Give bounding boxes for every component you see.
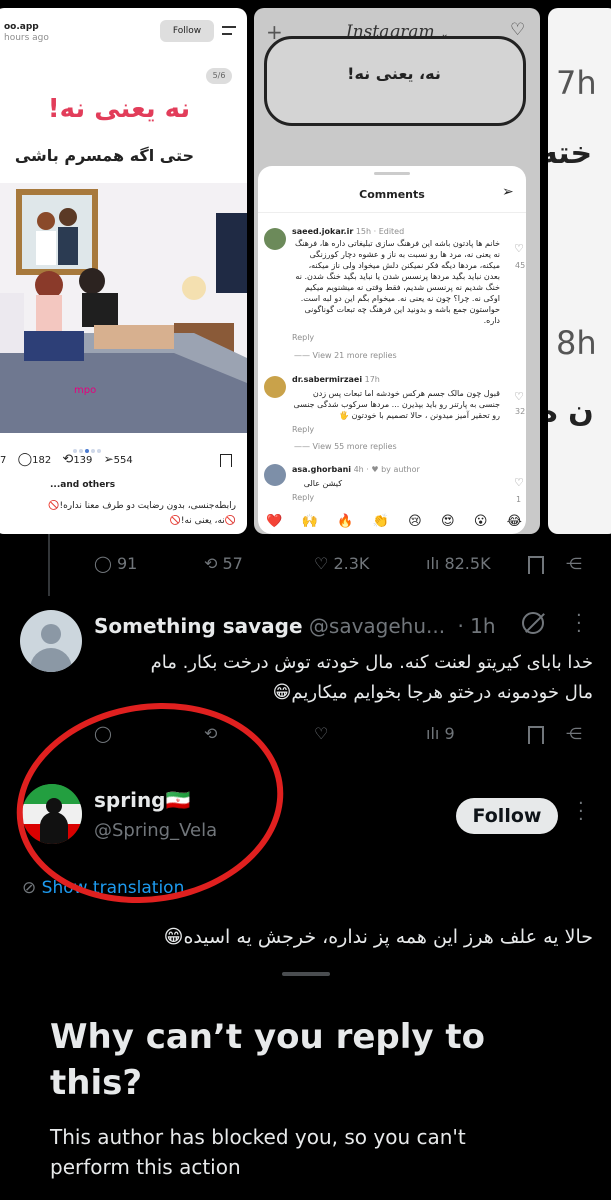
reply-action[interactable]: ◯ 91 bbox=[94, 554, 137, 573]
like-count: 32 bbox=[515, 407, 526, 416]
reply-link[interactable]: Reply bbox=[292, 424, 314, 435]
emoji-reaction[interactable]: 😍 bbox=[441, 514, 455, 529]
liked-by: ...and others bbox=[50, 480, 116, 490]
reply-link[interactable]: Reply bbox=[292, 332, 314, 343]
emoji-bar: ❤️ 🙌 🔥 👏 😢 😍 😮 😂 bbox=[266, 514, 522, 529]
blocked-sheet: Why can’t you reply to this? This author… bbox=[0, 958, 611, 1200]
comment-text: خانم ها پادتون باشه این فرهنگ سازی تبلیغ… bbox=[295, 239, 500, 325]
comment-icon[interactable]: ◯ bbox=[18, 452, 33, 467]
views-icon: ılı bbox=[426, 724, 440, 743]
repost-icon: ⟲ bbox=[204, 554, 218, 573]
comment-header: saeed.jokar.ir 15h · Edited bbox=[292, 227, 405, 236]
emoji-reaction[interactable]: 🔥 bbox=[337, 514, 353, 529]
bookmark-icon[interactable] bbox=[528, 556, 544, 574]
post-card-right[interactable]: 7h خته 8h ن ه bbox=[548, 8, 611, 534]
emoji-reaction[interactable]: 🙌 bbox=[302, 514, 318, 529]
couple-illustration: mpo bbox=[0, 183, 247, 433]
views-action[interactable]: ılı 9 bbox=[426, 724, 455, 743]
divider bbox=[258, 212, 526, 213]
repost-icon[interactable]: ⟲ bbox=[62, 452, 73, 467]
follow-button[interactable]: Follow bbox=[160, 20, 214, 42]
time-label: 8h bbox=[556, 324, 597, 362]
views-action[interactable]: ılı 82.5K bbox=[426, 554, 491, 573]
share-icon[interactable]: ⋲ bbox=[566, 554, 582, 573]
comments-sheet: Comments ➢ saeed.jokar.ir 15h · Edited خ… bbox=[258, 166, 526, 534]
globe-icon: ⊘ bbox=[22, 878, 37, 898]
sheet-handle[interactable] bbox=[374, 172, 410, 175]
post-source: oo.app hours ago bbox=[4, 22, 49, 43]
like-action[interactable]: ♡ 2.3K bbox=[314, 554, 369, 573]
reply-text: حالا یه علف هرز این همه پز نداره، خرجش ی… bbox=[163, 926, 593, 948]
more-icon[interactable]: · · · bbox=[578, 795, 584, 829]
sheet-handle[interactable] bbox=[282, 972, 330, 976]
share-icon[interactable]: ➢ bbox=[104, 452, 114, 466]
comment-text: قبول چون مالک جسم هرکس خودشه اما تبعات پ… bbox=[293, 389, 500, 420]
like-count: 1 bbox=[516, 495, 522, 504]
headline: نه یعنی نه! bbox=[47, 94, 191, 124]
caption-line-1: رابطه‌جنسی، بدون رضایت دو طرف معنا نداره… bbox=[48, 501, 236, 511]
menu-icon[interactable] bbox=[222, 26, 236, 35]
emoji-reaction[interactable]: 😂 bbox=[507, 514, 522, 529]
partial-text: خته bbox=[548, 136, 593, 171]
emoji-reaction[interactable]: ❤️ bbox=[266, 514, 282, 529]
repost-action[interactable]: ⟲ 57 bbox=[204, 554, 243, 573]
bookmark-icon[interactable] bbox=[220, 454, 232, 467]
time-label: 7h bbox=[556, 64, 597, 102]
subheadline: حتی اگه همسرم باشی bbox=[14, 146, 194, 165]
post-stats: 7 ◯182 ⟲139 ➢554 bbox=[0, 452, 133, 467]
like-icon[interactable]: ♡ bbox=[514, 242, 524, 255]
timestamp[interactable]: · 1h bbox=[457, 614, 495, 638]
views-icon: ılı bbox=[426, 554, 440, 573]
banner-text: نه، یعنی نه! bbox=[347, 64, 441, 83]
send-icon[interactable]: ➢ bbox=[502, 184, 514, 200]
comment-text: کیشن عالی bbox=[303, 479, 342, 488]
view-replies[interactable]: —— View 21 more replies bbox=[294, 350, 397, 361]
tweet-action-bar: ◯ 91 ⟲ 57 ♡ 2.3K ılı 82.5K ⋲ bbox=[94, 552, 594, 578]
reply-icon: ◯ bbox=[94, 554, 112, 573]
caption-line-2: 🚫نه، یعنی نه!🚫 bbox=[169, 516, 236, 526]
partial-text: ن ه bbox=[548, 394, 594, 429]
like-icon[interactable]: ♡ bbox=[514, 390, 524, 403]
grok-icon[interactable] bbox=[522, 612, 545, 634]
display-name[interactable]: Something savage bbox=[94, 614, 303, 638]
post-card-middle[interactable]: + Instagram ⌄ ♡ نه، یعنی نه! Comments ➢ … bbox=[254, 8, 540, 534]
reply-text: خدا بابای کیریتو لعنت کنه. مال خودته توش… bbox=[150, 652, 593, 703]
view-replies[interactable]: —— View 55 more replies bbox=[294, 441, 397, 452]
like-icon[interactable]: ♡ bbox=[514, 476, 524, 489]
heart-icon[interactable]: ♡ bbox=[510, 20, 525, 40]
handle[interactable]: @savagehu... bbox=[309, 614, 445, 638]
svg-text:mpo: mpo bbox=[74, 385, 96, 396]
emoji-reaction[interactable]: 😮 bbox=[474, 514, 488, 529]
bookmark-icon[interactable] bbox=[528, 726, 544, 744]
share-icon[interactable]: ⋲ bbox=[566, 724, 582, 743]
more-icon[interactable]: · · · bbox=[576, 607, 582, 641]
avatar-default[interactable] bbox=[20, 610, 82, 672]
sheet-body: This author has blocked you, so you can'… bbox=[50, 1125, 466, 1179]
emoji-reaction[interactable]: 😢 bbox=[408, 514, 422, 529]
sheet-title: Why can’t you reply to this? bbox=[50, 1017, 486, 1103]
avatar[interactable] bbox=[264, 376, 286, 398]
thread-line bbox=[48, 534, 50, 596]
comment-header: asa.ghorbani 4h · ♥ by author bbox=[292, 465, 420, 474]
follow-button[interactable]: Follow bbox=[456, 798, 558, 834]
reply-link[interactable]: Reply bbox=[292, 492, 314, 503]
reply-header: Something savage @savagehu... · 1h bbox=[94, 614, 496, 638]
like-count: 45 bbox=[515, 261, 526, 270]
avatar[interactable] bbox=[264, 228, 286, 250]
slide-counter: 5/6 bbox=[206, 68, 232, 84]
heart-icon[interactable]: ♡ bbox=[314, 724, 328, 743]
comment-header: dr.sabermirzaei 17h bbox=[292, 375, 380, 384]
post-card-left[interactable]: oo.app hours ago Follow 5/6 نه یعنی نه! … bbox=[0, 8, 247, 534]
comments-title: Comments bbox=[359, 188, 425, 201]
heart-icon: ♡ bbox=[314, 554, 329, 573]
avatar[interactable] bbox=[264, 464, 286, 486]
emoji-reaction[interactable]: 👏 bbox=[373, 514, 389, 529]
